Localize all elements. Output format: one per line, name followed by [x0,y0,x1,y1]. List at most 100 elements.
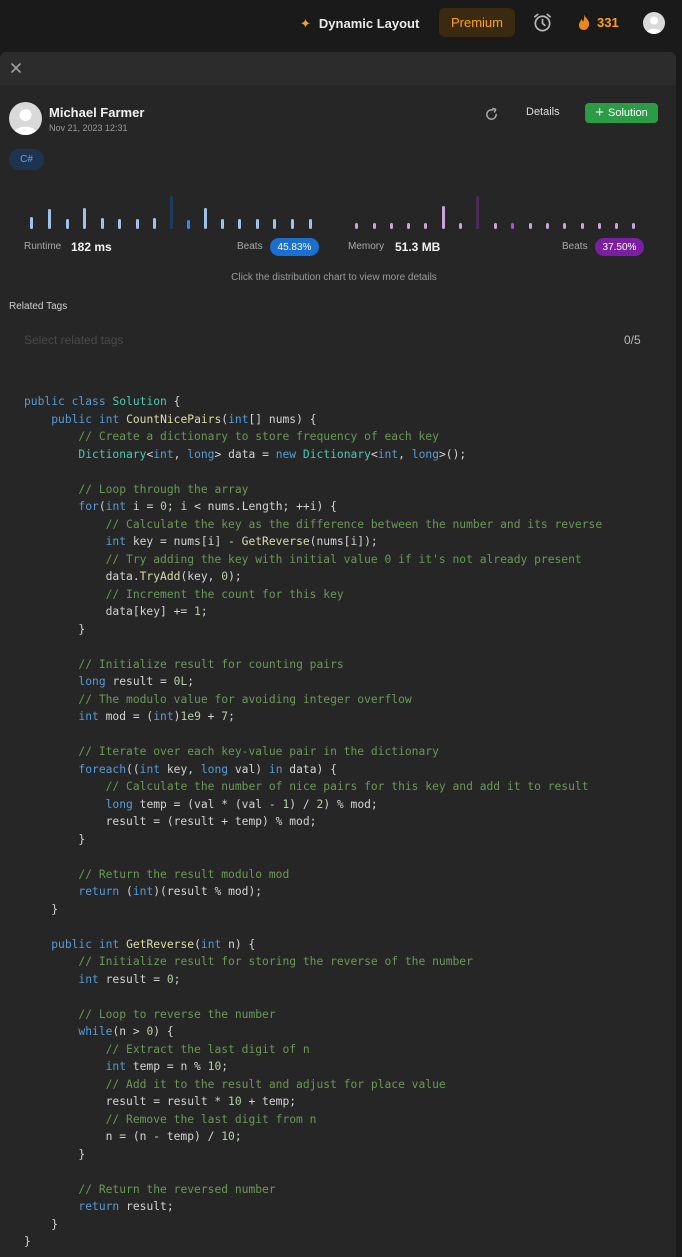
code-token: int [78,710,99,723]
code-line: // Initialize result for storing the rev… [24,953,602,971]
details-button[interactable]: Details [526,106,560,118]
code-line: } [24,1146,602,1164]
code-line: Dictionary<int, long> data = new Diction… [24,446,602,464]
code-token: // Calculate the key as the difference b… [105,517,603,531]
code-token: [] nums) { [248,412,317,426]
code-line: long result = 0L; [24,673,602,691]
code-token: 1e9 [180,710,201,723]
streak-counter[interactable]: 331 [578,13,619,31]
add-solution-button[interactable]: + Solution [585,103,658,123]
author-avatar[interactable] [9,102,42,135]
code-line: public class Solution { [24,393,602,411]
code-line: } [24,901,602,919]
fire-icon [578,14,590,30]
code-token: int [98,412,120,426]
code-block[interactable]: public class Solution { public int Count… [24,393,602,1251]
premium-button[interactable]: Premium [439,8,515,37]
code-token: ( [194,937,201,951]
code-token: ; [228,710,235,723]
code-token: ; [234,1130,242,1143]
sparkle-icon: ✦ [300,15,311,31]
code-token: int [98,937,120,951]
code-token: result = result * [24,1095,229,1108]
memory-label: Memory [348,241,385,252]
code-token: int [132,885,154,898]
memory-distribution[interactable] [355,196,635,229]
code-token: + temp; [241,1095,297,1108]
dynamic-layout-button[interactable]: ✦ Dynamic Layout [300,14,419,32]
code-token: int [78,972,99,986]
code-token: public [51,937,93,951]
code-line: // Initialize result for counting pairs [24,656,602,674]
code-token: TryAdd [139,570,181,583]
solution-label: Solution [608,107,648,119]
share-icon[interactable] [484,107,499,122]
distribution-chart[interactable] [0,182,676,232]
chart-hint: Click the distribution chart to view mor… [231,272,437,283]
streak-count: 331 [597,14,619,30]
code-token: 0L [173,675,188,688]
runtime-distribution[interactable] [30,196,312,229]
code-token: // Add it to the result and adjust for p… [105,1077,446,1091]
code-token: int [153,710,174,723]
code-token: Solution [112,395,167,408]
code-token: (n > [112,1025,147,1038]
code-token: { [166,395,181,408]
language-tag: C# [9,149,44,170]
code-token: // Return the reversed number [78,1182,276,1196]
code-line: // Extract the last digit of n [24,1041,602,1059]
code-line: // Remove the last digit from n [24,1111,602,1129]
code-token: // Try adding the key with initial value… [105,552,582,566]
memory-value: 51.3 MB [395,240,441,254]
code-token: n = (n - temp) / [24,1130,222,1143]
code-token: ; [173,972,181,986]
code-line: result = result * 10 + temp; [24,1093,602,1111]
code-token: temp = n % [126,1060,208,1073]
code-token: < [370,447,378,461]
code-line: } [24,831,602,849]
code-line: // Loop through the array [24,481,602,499]
code-token: + [200,710,222,723]
author-name[interactable]: Michael Farmer [49,105,144,120]
code-line: // Increment the count for this key [24,586,602,604]
code-token: ; [221,1060,229,1073]
code-token: new [275,447,297,461]
code-token: long [200,762,229,776]
code-token: // Extract the last digit of n [105,1042,310,1056]
code-token: 0 [160,500,167,513]
code-token: in [268,762,283,776]
related-tags-count: 0/5 [624,333,641,347]
user-silhouette-icon [646,16,662,34]
code-token: int [377,447,399,461]
alarm-clock-icon[interactable] [532,12,553,33]
related-tags-input[interactable]: Select related tags [24,333,123,347]
runtime-beats-badge: 45.83% [270,238,319,256]
code-token: long [411,447,439,461]
code-token: int [139,762,161,776]
code-token: > data = [214,447,276,461]
code-token: } [24,832,86,846]
user-avatar[interactable] [643,12,665,34]
close-icon[interactable] [9,61,23,75]
panel-header [0,52,676,85]
code-token: int [228,412,249,426]
code-token: while [78,1025,113,1038]
